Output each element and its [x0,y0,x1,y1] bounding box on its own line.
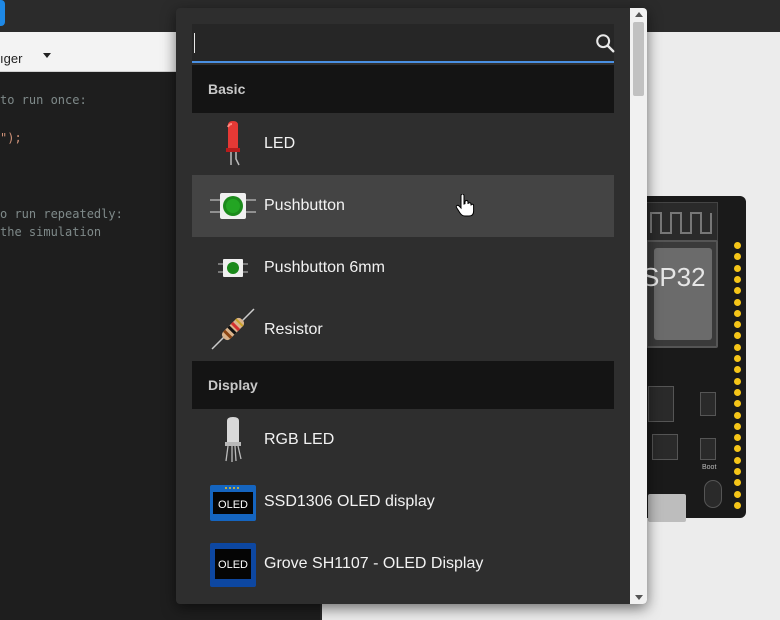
scrollbar-thumb[interactable] [633,22,644,96]
list-item-grove-oled[interactable]: OLED Grove SH1107 - OLED Display [192,533,614,595]
pushbutton-6mm-icon [218,259,248,277]
code-line: to run once: [0,93,87,107]
pushbutton-icon [210,193,256,219]
section-title: Display [208,377,258,393]
code-line: the simulation [0,225,102,239]
text-caret [194,33,195,53]
item-label: Pushbutton [264,197,345,214]
board-pin [734,298,741,306]
code-line: "); [0,131,22,145]
item-label: RGB LED [264,431,335,448]
red-led-icon [226,121,240,166]
board-pin [734,456,741,464]
board-pin [734,388,741,396]
search-input[interactable] [192,24,582,61]
section-title: Basic [208,81,246,97]
list-item-rgb-led[interactable]: RGB LED [192,409,614,471]
part-picker-popup: Basic LED Pushbutton Pushbutton 6mm Resi… [176,8,647,604]
board-label: SP32 [642,262,706,292]
board-pin [734,468,741,475]
oled-icon-text: OLED [218,559,248,571]
board-pin [734,309,741,317]
board-pin [734,490,741,498]
item-label: SSD1306 OLED display [264,493,435,510]
board-pin [734,264,741,272]
list-item-ssd1306-oled[interactable]: OLED SSD1306 OLED display [192,471,614,533]
board-pin [734,411,741,419]
list-item-resistor[interactable]: Resistor [192,299,614,361]
section-header-basic: Basic [192,65,614,113]
scroll-down-icon[interactable] [635,595,643,600]
regulator-icon [648,386,674,422]
component-icon [700,438,716,460]
list-item-pushbutton[interactable]: Pushbutton [192,175,614,237]
board-pin [734,343,741,351]
scroll-up-icon[interactable] [635,12,643,17]
boot-label: Boot [702,464,717,471]
code-line: o run repeatedly: [0,207,123,221]
section-header-display: Display [192,361,614,409]
item-label: LED [264,135,296,152]
board-pin [734,355,741,362]
oled-icon-text: OLED [218,499,248,511]
resistor-icon [211,308,255,350]
component-icon [700,392,716,416]
item-label: Pushbutton 6mm [264,259,385,276]
chevron-down-icon[interactable] [43,53,51,58]
antenna-icon [646,202,718,242]
toolbar-label[interactable]: ıger [0,51,22,66]
boot-button[interactable] [704,480,722,508]
search-box[interactable] [192,24,616,63]
board-pin [734,501,741,509]
search-icon[interactable] [594,32,616,54]
ssd1306-oled-icon: OLED [210,485,256,521]
top-bar-accent[interactable] [0,0,5,26]
item-label: Grove SH1107 - OLED Display [264,555,484,572]
rgb-led-icon [225,417,242,462]
item-label: Resistor [264,321,323,338]
grove-oled-icon: OLED [210,543,256,587]
board-pin [734,242,741,249]
list-item-led[interactable]: LED [192,113,614,175]
chip-icon [652,434,678,460]
board-pin [734,377,741,385]
hand-pointer-icon [455,194,475,217]
list-item-pushbutton-6mm[interactable]: Pushbutton 6mm [192,237,614,299]
board-pin [734,422,741,430]
board-pin [734,275,741,283]
scrollbar[interactable] [630,8,647,604]
usb-port-icon [648,494,686,522]
